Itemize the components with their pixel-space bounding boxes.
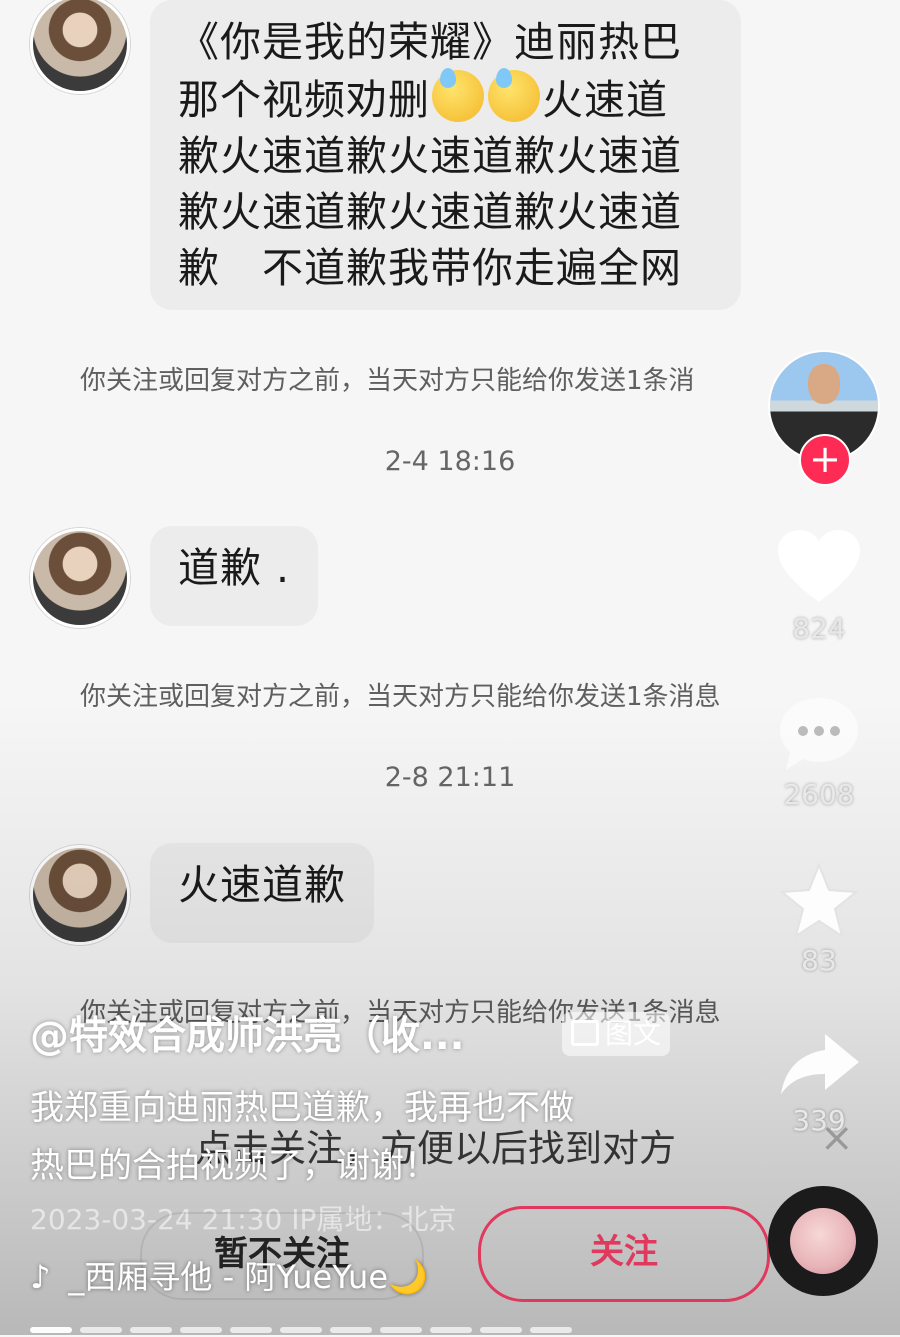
message-1-line-2: 那个视频劝删 火速道 (178, 68, 713, 128)
sweat-emoji-icon (488, 68, 540, 122)
like-count: 824 (792, 612, 846, 645)
progress-segment (230, 1327, 272, 1333)
follow-plus-button[interactable]: + (799, 434, 851, 486)
message-bubble-2: 道歉 . (150, 526, 319, 626)
message-1-line-3: 歉火速道歉火速道歉火速道 (178, 132, 682, 180)
music-disc[interactable] (768, 1186, 878, 1296)
sender-avatar[interactable] (30, 845, 130, 945)
post-type-label: 图文 (604, 1017, 661, 1050)
close-icon[interactable]: × (820, 1115, 854, 1161)
message-1-line-2-text: 那个视频劝删 (178, 76, 430, 124)
share-icon (781, 1034, 859, 1094)
post-caption-line-2: 热巴的合拍视频了，谢谢！ (30, 1146, 438, 1186)
message-limit-notice: 你关注或回复对方之前，当天对方只能给你发送1条消息 (80, 682, 721, 712)
follow-label: 关注 (590, 1232, 658, 1272)
image-progress-bar (30, 1318, 650, 1333)
progress-segment (480, 1327, 522, 1333)
progress-segment (80, 1327, 122, 1333)
timestamp: 2-8 21:11 (384, 762, 516, 793)
post-type-tag: 图文 (562, 1012, 670, 1056)
message-2-text: 道歉 . (178, 544, 291, 592)
sender-avatar[interactable] (30, 0, 130, 94)
follow-button[interactable]: 关注 (478, 1206, 770, 1302)
creator-face (808, 364, 840, 404)
message-bubble-1: 《你是我的荣耀》迪丽热巴 那个视频劝删 火速道 歉火速道歉火速道歉火速道 歉火速道… (150, 0, 741, 310)
timestamp: 2-4 18:16 (384, 446, 516, 477)
music-row[interactable]: ♪ _西厢寻他 - 阿YueYue🌙 (30, 1252, 428, 1298)
message-limit-notice: 你关注或回复对方之前，当天对方只能给你发送1条消 (80, 366, 695, 396)
message-1-line-2-tail: 火速道 (542, 76, 668, 124)
sender-avatar[interactable] (30, 528, 130, 628)
progress-segment (330, 1327, 372, 1333)
progress-segment (30, 1327, 72, 1333)
favorite-count: 83 (801, 944, 837, 977)
progress-segment (130, 1327, 172, 1333)
message-1-line-4: 歉火速道歉火速道歉火速道 (178, 188, 682, 236)
image-post-icon (570, 1020, 599, 1046)
heart-icon (778, 530, 860, 602)
progress-segment (530, 1327, 572, 1333)
like-action[interactable]: 824 (774, 528, 864, 645)
progress-segment (430, 1327, 472, 1333)
progress-segment (280, 1327, 322, 1333)
star-icon (779, 862, 859, 939)
progress-segment (180, 1327, 222, 1333)
tiktok-note-icon: ♪ (30, 1258, 51, 1296)
message-1-line-5: 歉 不道歉我带你走遍全网 (178, 244, 682, 292)
comment-count: 2608 (783, 778, 855, 811)
progress-segment (380, 1327, 422, 1333)
post-author[interactable]: @特效合成师洪亮（收... (30, 1005, 464, 1061)
sweat-emoji-icon (432, 68, 484, 122)
message-3-text: 火速道歉 (178, 861, 346, 909)
comment-icon (780, 698, 858, 770)
music-title: _西厢寻他 - 阿YueYue🌙 (68, 1258, 428, 1296)
post-caption-line-1: 我郑重向迪丽热巴道歉，我再也不做 (30, 1088, 574, 1128)
message-1-line-1: 《你是我的荣耀》迪丽热巴 (178, 18, 682, 66)
favorite-action[interactable]: 83 (774, 862, 864, 977)
plus-icon: + (809, 437, 841, 481)
message-bubble-3: 火速道歉 (150, 843, 374, 943)
music-disc-cover (790, 1208, 856, 1274)
comment-action[interactable]: 2608 (774, 694, 864, 811)
